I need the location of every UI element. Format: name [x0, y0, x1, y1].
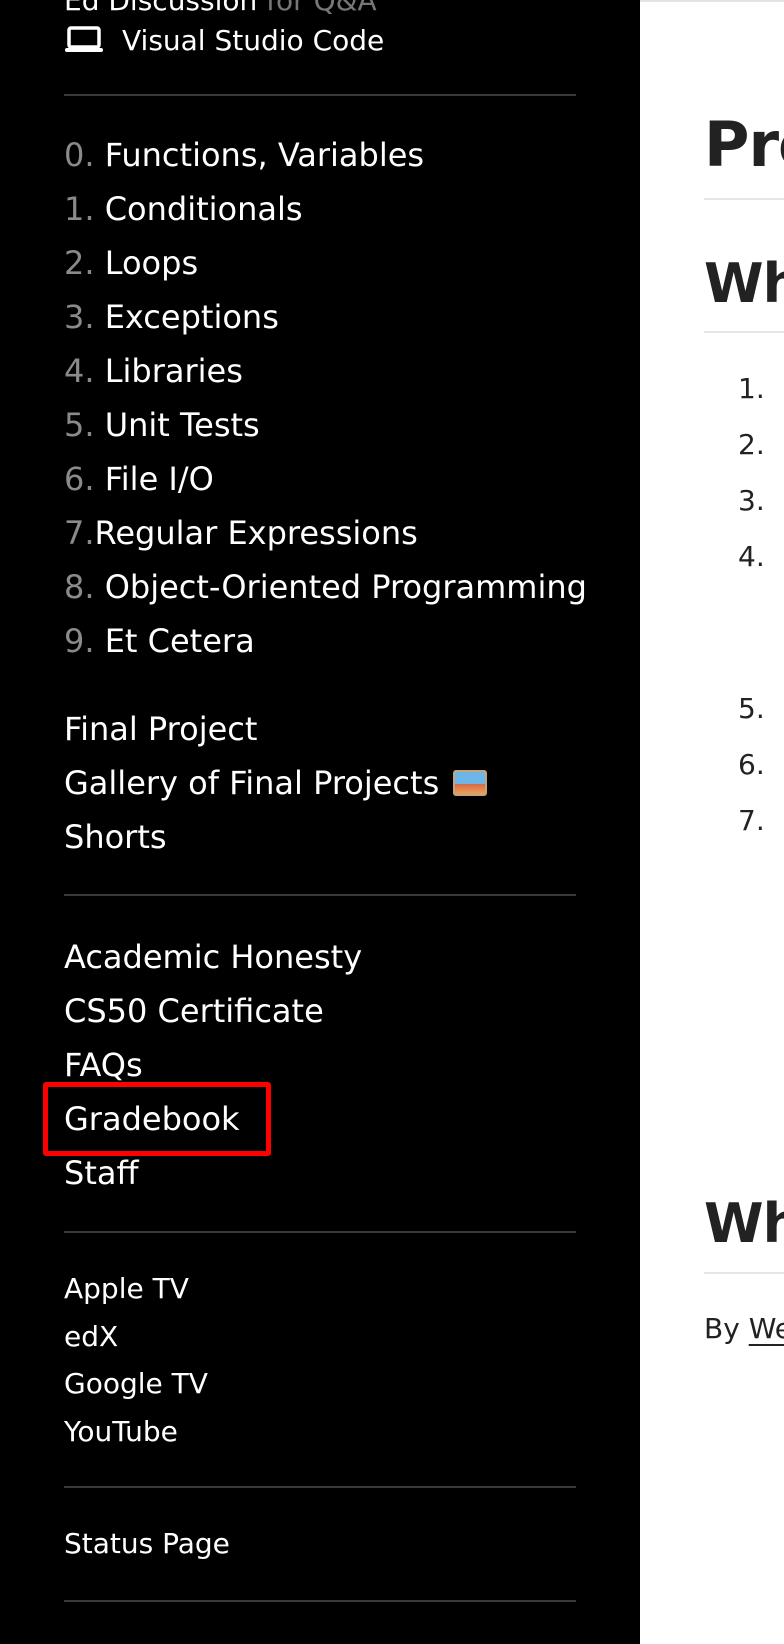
lecture-number: 4.	[64, 352, 95, 390]
apple-tv-label: Apple TV	[64, 1272, 189, 1305]
academic-honesty-label: Academic Honesty	[64, 938, 363, 976]
sidebar-item-lecture-5[interactable]: 5. Unit Tests	[64, 398, 587, 452]
lecture-number: 5.	[64, 406, 95, 444]
sidebar-item-youtube[interactable]: YouTube	[64, 1408, 208, 1456]
sidebar-divider	[64, 1600, 576, 1602]
list-number: 2.	[738, 428, 765, 461]
lecture-label: File I/O	[104, 460, 214, 498]
visual-studio-code-label: Visual Studio Code	[122, 23, 385, 57]
top-border	[640, 0, 784, 2]
info-links: Academic Honesty CS50 Certificate FAQs G…	[64, 930, 362, 1200]
list-number: 1.	[738, 372, 765, 405]
lecture-number: 6.	[64, 460, 95, 498]
lecture-label: Object-Oriented Programming	[104, 568, 587, 606]
google-tv-label: Google TV	[64, 1367, 208, 1400]
faqs-label: FAQs	[64, 1046, 143, 1084]
lecture-number: 3.	[64, 298, 95, 336]
lecture-label: Regular Expressions	[94, 514, 418, 552]
project-links: Final Project Gallery of Final Projects …	[64, 702, 488, 864]
list-number: 4.	[738, 540, 765, 573]
byline-author-link[interactable]: We	[749, 1312, 784, 1345]
lecture-number: 9.	[64, 622, 95, 660]
gallery-label: Gallery of Final Projects	[64, 764, 440, 802]
sidebar-item-apple-tv[interactable]: Apple TV	[64, 1265, 208, 1313]
lecture-label: Loops	[104, 244, 199, 282]
section-rule	[704, 331, 784, 333]
sidebar-divider	[64, 1486, 576, 1488]
sidebar-item-cs50-certificate[interactable]: CS50 Certificate	[64, 984, 362, 1038]
sidebar-item-google-tv[interactable]: Google TV	[64, 1360, 208, 1408]
sidebar-divider	[64, 894, 576, 896]
lecture-number: 0.	[64, 136, 95, 174]
lecture-number: 8.	[64, 568, 95, 606]
sidebar-item-visual-studio-code[interactable]: Visual Studio Code	[64, 18, 384, 62]
framed-picture-icon	[453, 770, 488, 796]
platform-links: Apple TV edX Google TV YouTube	[64, 1265, 208, 1455]
ed-discussion-suffix: for Q&A	[266, 0, 377, 17]
status-links: Status Page	[64, 1520, 230, 1568]
byline: By We	[704, 1312, 784, 1345]
lecture-label: Conditionals	[104, 190, 303, 228]
sidebar-item-academic-honesty[interactable]: Academic Honesty	[64, 930, 362, 984]
lecture-list: 0. Functions, Variables 1. Conditionals …	[64, 128, 587, 668]
section-rule	[704, 1272, 784, 1274]
lecture-label: Unit Tests	[104, 406, 260, 444]
sidebar-item-lecture-3[interactable]: 3. Exceptions	[64, 290, 587, 344]
sidebar-divider	[64, 94, 576, 96]
sidebar-item-lecture-4[interactable]: 4. Libraries	[64, 344, 587, 398]
lecture-label: Exceptions	[104, 298, 279, 336]
lecture-label: Libraries	[104, 352, 243, 390]
byline-prefix: By	[704, 1312, 740, 1345]
laptop-icon	[64, 25, 104, 55]
page-title: Pro	[704, 108, 784, 181]
sidebar-item-edx[interactable]: edX	[64, 1313, 208, 1361]
ed-discussion-label: Ed Discussion	[64, 0, 258, 17]
sidebar-item-shorts[interactable]: Shorts	[64, 810, 487, 864]
title-rule	[704, 198, 784, 200]
final-project-label: Final Project	[64, 710, 258, 748]
page: Ed Discussion for Q&A Visual Studio Code…	[0, 0, 784, 1644]
shorts-label: Shorts	[64, 818, 167, 856]
sidebar-divider	[64, 1231, 576, 1233]
section-heading: Wh	[704, 1192, 784, 1255]
lecture-number: 1.	[64, 190, 95, 228]
lecture-label: Et Cetera	[104, 622, 255, 660]
sidebar-item-lecture-9[interactable]: 9. Et Cetera	[64, 614, 587, 668]
lecture-number: 7.	[64, 514, 95, 552]
list-number: 3.	[738, 484, 765, 517]
sidebar-item-final-project[interactable]: Final Project	[64, 702, 487, 756]
main-content: Pro Wh 1. 2. 3. 4. 5. 6. 7. Wh By We	[640, 0, 784, 1644]
youtube-label: YouTube	[64, 1414, 178, 1448]
lecture-label: Functions, Variables	[104, 136, 425, 174]
sidebar-item-lecture-1[interactable]: 1. Conditionals	[64, 182, 587, 236]
staff-label: Staff	[64, 1154, 139, 1192]
status-page-label: Status Page	[64, 1527, 230, 1560]
sidebar-item-status-page[interactable]: Status Page	[64, 1520, 230, 1568]
list-number: 5.	[738, 692, 765, 725]
sidebar-item-lecture-0[interactable]: 0. Functions, Variables	[64, 128, 587, 182]
section-heading: Wh	[704, 252, 784, 315]
sidebar-item-gallery[interactable]: Gallery of Final Projects	[64, 756, 488, 810]
sidebar-item-lecture-8[interactable]: 8. Object-Oriented Programming	[64, 560, 587, 614]
edx-label: edX	[64, 1319, 119, 1353]
list-number: 6.	[738, 748, 765, 781]
gradebook-highlight-box	[43, 1082, 271, 1156]
sidebar-item-lecture-7[interactable]: 7.Regular Expressions	[64, 506, 587, 560]
sidebar-item-lecture-2[interactable]: 2. Loops	[64, 236, 587, 290]
list-number: 7.	[738, 804, 765, 837]
certificate-label: CS50 Certificate	[64, 992, 324, 1030]
sidebar-item-lecture-6[interactable]: 6. File I/O	[64, 452, 587, 506]
sidebar-item-ed-discussion[interactable]: Ed Discussion for Q&A	[64, 0, 377, 17]
sidebar-nav: Ed Discussion for Q&A Visual Studio Code…	[0, 0, 640, 1644]
lecture-number: 2.	[64, 244, 95, 282]
